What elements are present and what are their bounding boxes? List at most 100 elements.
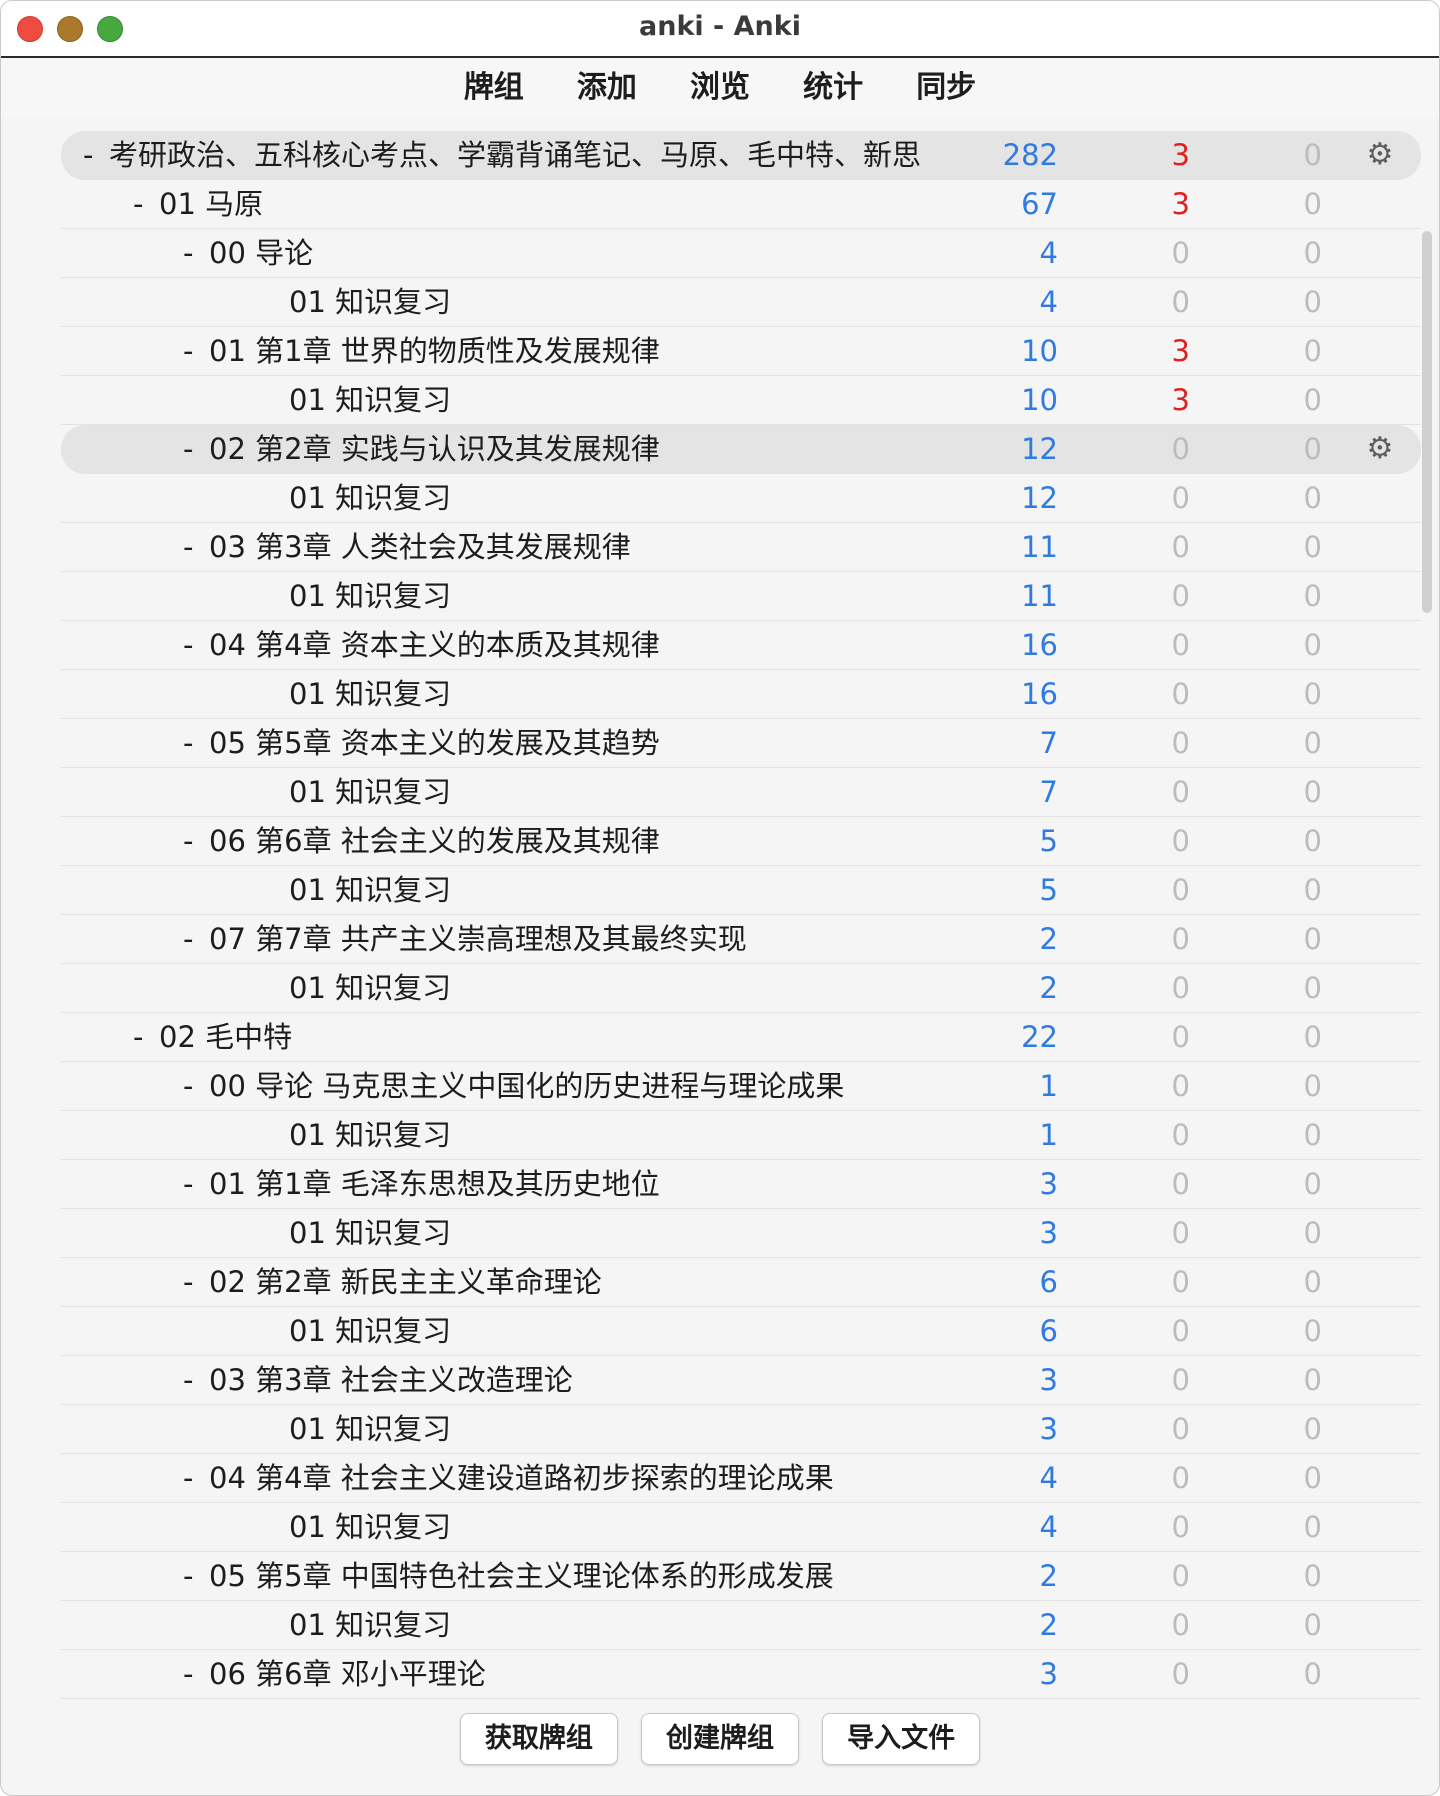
tab-decks[interactable]: 牌组 bbox=[464, 58, 524, 118]
deck-name[interactable]: 01 知识复习 bbox=[289, 1412, 451, 1446]
deck-name-cell[interactable]: -00 导论 bbox=[183, 229, 313, 277]
deck-name-cell[interactable]: 01 知识复习 bbox=[263, 474, 451, 522]
deck-name[interactable]: 04 第4章 资本主义的本质及其规律 bbox=[209, 628, 660, 662]
deck-name-cell[interactable]: 01 知识复习 bbox=[263, 1405, 451, 1453]
deck-name[interactable]: 01 知识复习 bbox=[289, 1216, 451, 1250]
gear-icon[interactable]: ⚙ bbox=[1364, 433, 1396, 465]
collapse-toggle[interactable]: - bbox=[183, 425, 209, 473]
deck-name-cell[interactable]: 01 知识复习 bbox=[263, 964, 451, 1012]
collapse-toggle[interactable]: - bbox=[183, 621, 209, 669]
deck-row[interactable]: -01 第1章 毛泽东思想及其历史地位 3 0 0 bbox=[61, 1160, 1421, 1209]
collapse-toggle[interactable]: - bbox=[183, 1650, 209, 1698]
deck-name[interactable]: 01 知识复习 bbox=[289, 285, 451, 319]
vertical-scrollbar[interactable] bbox=[1422, 231, 1432, 613]
deck-name-cell[interactable]: -01 第1章 世界的物质性及发展规律 bbox=[183, 327, 660, 375]
deck-name[interactable]: 考研政治、五科核心考点、学霸背诵笔记、马原、毛中特、新思 bbox=[109, 138, 921, 172]
deck-name[interactable]: 01 知识复习 bbox=[289, 677, 451, 711]
collapse-toggle[interactable]: - bbox=[183, 1258, 209, 1306]
deck-name-cell[interactable]: 01 知识复习 bbox=[263, 1307, 451, 1355]
collapse-toggle[interactable]: - bbox=[183, 1356, 209, 1404]
deck-name[interactable]: 01 知识复习 bbox=[289, 775, 451, 809]
deck-name[interactable]: 01 知识复习 bbox=[289, 383, 451, 417]
deck-name-cell[interactable]: -04 第4章 资本主义的本质及其规律 bbox=[183, 621, 660, 669]
deck-name[interactable]: 01 知识复习 bbox=[289, 971, 451, 1005]
deck-row[interactable]: 01 知识复习 7 0 0 bbox=[61, 768, 1421, 817]
create-deck-button[interactable]: 创建牌组 bbox=[641, 1713, 799, 1765]
deck-row[interactable]: -06 第6章 社会主义的发展及其规律 5 0 0 bbox=[61, 817, 1421, 866]
deck-name[interactable]: 00 导论 bbox=[209, 236, 313, 270]
deck-name-cell[interactable]: 01 知识复习 bbox=[263, 572, 451, 620]
deck-row[interactable]: 01 知识复习 6 0 0 bbox=[61, 1307, 1421, 1356]
deck-row[interactable]: 01 知识复习 12 0 0 bbox=[61, 474, 1421, 523]
deck-name[interactable]: 07 第7章 共产主义崇高理想及其最终实现 bbox=[209, 922, 747, 956]
deck-row[interactable]: 01 知识复习 16 0 0 bbox=[61, 670, 1421, 719]
deck-name[interactable]: 01 知识复习 bbox=[289, 873, 451, 907]
get-shared-decks-button[interactable]: 获取牌组 bbox=[459, 1713, 618, 1765]
deck-row[interactable]: -01 马原 67 3 0 bbox=[61, 180, 1421, 229]
collapse-toggle[interactable]: - bbox=[183, 1552, 209, 1600]
deck-name-cell[interactable]: 01 知识复习 bbox=[263, 866, 451, 914]
deck-row[interactable]: -03 第3章 人类社会及其发展规律 11 0 0 bbox=[61, 523, 1421, 572]
deck-row[interactable]: -02 毛中特 22 0 0 bbox=[61, 1013, 1421, 1062]
deck-name[interactable]: 05 第5章 资本主义的发展及其趋势 bbox=[209, 726, 660, 760]
deck-row[interactable]: 01 知识复习 4 0 0 bbox=[61, 1503, 1421, 1552]
tab-stats[interactable]: 统计 bbox=[803, 58, 863, 118]
deck-row[interactable]: -04 第4章 资本主义的本质及其规律 16 0 0 bbox=[61, 621, 1421, 670]
deck-name[interactable]: 01 知识复习 bbox=[289, 481, 451, 515]
deck-name-cell[interactable]: -00 导论 马克思主义中国化的历史进程与理论成果 bbox=[183, 1062, 844, 1110]
collapse-toggle[interactable]: - bbox=[183, 817, 209, 865]
deck-row[interactable]: -05 第5章 资本主义的发展及其趋势 7 0 0 bbox=[61, 719, 1421, 768]
deck-row[interactable]: -03 第3章 社会主义改造理论 3 0 0 bbox=[61, 1356, 1421, 1405]
collapse-toggle[interactable]: - bbox=[183, 327, 209, 375]
deck-row[interactable]: 01 知识复习 11 0 0 bbox=[61, 572, 1421, 621]
deck-row[interactable]: 01 知识复习 3 0 0 bbox=[61, 1405, 1421, 1454]
deck-name-cell[interactable]: -06 第6章 社会主义的发展及其规律 bbox=[183, 817, 660, 865]
deck-row[interactable]: 01 知识复习 1 0 0 bbox=[61, 1111, 1421, 1160]
deck-name[interactable]: 06 第6章 邓小平理论 bbox=[209, 1657, 486, 1691]
deck-name-cell[interactable]: -05 第5章 中国特色社会主义理论体系的形成发展 bbox=[183, 1552, 834, 1600]
deck-name-cell[interactable]: -02 第2章 实践与认识及其发展规律 bbox=[183, 425, 660, 473]
deck-name[interactable]: 01 第1章 毛泽东思想及其历史地位 bbox=[209, 1167, 660, 1201]
deck-name-cell[interactable]: 01 知识复习 bbox=[263, 278, 451, 326]
deck-name[interactable]: 02 第2章 新民主主义革命理论 bbox=[209, 1265, 602, 1299]
deck-row[interactable]: 01 知识复习 4 0 0 bbox=[61, 278, 1421, 327]
tab-sync[interactable]: 同步 bbox=[916, 58, 976, 118]
deck-row[interactable]: 01 知识复习 10 3 0 bbox=[61, 376, 1421, 425]
tab-browse[interactable]: 浏览 bbox=[690, 58, 750, 118]
deck-name[interactable]: 02 毛中特 bbox=[159, 1020, 292, 1054]
deck-name-cell[interactable]: -02 第2章 新民主主义革命理论 bbox=[183, 1258, 602, 1306]
deck-row[interactable]: -05 第5章 中国特色社会主义理论体系的形成发展 2 0 0 bbox=[61, 1552, 1421, 1601]
deck-name[interactable]: 02 第2章 实践与认识及其发展规律 bbox=[209, 432, 660, 466]
deck-row[interactable]: - 考研政治、五科核心考点、学霸背诵笔记、马原、毛中特、新思 282 3 0 ⚙ bbox=[61, 131, 1421, 180]
deck-name[interactable]: 01 知识复习 bbox=[289, 579, 451, 613]
deck-row[interactable]: -04 第4章 社会主义建设道路初步探索的理论成果 4 0 0 bbox=[61, 1454, 1421, 1503]
collapse-toggle[interactable]: - bbox=[83, 131, 109, 179]
deck-name[interactable]: 01 知识复习 bbox=[289, 1118, 451, 1152]
deck-name-cell[interactable]: -07 第7章 共产主义崇高理想及其最终实现 bbox=[183, 915, 747, 963]
import-file-button[interactable]: 导入文件 bbox=[822, 1713, 981, 1765]
deck-row[interactable]: -00 导论 马克思主义中国化的历史进程与理论成果 1 0 0 bbox=[61, 1062, 1421, 1111]
deck-name-cell[interactable]: - 考研政治、五科核心考点、学霸背诵笔记、马原、毛中特、新思 bbox=[83, 131, 921, 179]
collapse-toggle[interactable]: - bbox=[183, 1454, 209, 1502]
deck-name[interactable]: 01 第1章 世界的物质性及发展规律 bbox=[209, 334, 660, 368]
deck-row[interactable]: -07 第7章 共产主义崇高理想及其最终实现 2 0 0 bbox=[61, 915, 1421, 964]
deck-name-cell[interactable]: 01 知识复习 bbox=[263, 376, 451, 424]
collapse-toggle[interactable]: - bbox=[183, 1160, 209, 1208]
collapse-toggle[interactable]: - bbox=[183, 1062, 209, 1110]
deck-name-cell[interactable]: 01 知识复习 bbox=[263, 1601, 451, 1649]
deck-name[interactable]: 03 第3章 人类社会及其发展规律 bbox=[209, 530, 631, 564]
deck-row[interactable]: 01 知识复习 3 0 0 bbox=[61, 1209, 1421, 1258]
deck-name-cell[interactable]: 01 知识复习 bbox=[263, 670, 451, 718]
deck-name-cell[interactable]: -03 第3章 社会主义改造理论 bbox=[183, 1356, 573, 1404]
deck-row[interactable]: -06 第6章 邓小平理论 3 0 0 bbox=[61, 1650, 1421, 1699]
collapse-toggle[interactable]: - bbox=[183, 523, 209, 571]
deck-row[interactable]: -02 第2章 实践与认识及其发展规律 12 0 0 ⚙ bbox=[61, 425, 1421, 474]
collapse-toggle[interactable]: - bbox=[183, 915, 209, 963]
deck-name[interactable]: 05 第5章 中国特色社会主义理论体系的形成发展 bbox=[209, 1559, 834, 1593]
deck-name[interactable]: 01 马原 bbox=[159, 187, 263, 221]
deck-name-cell[interactable]: 01 知识复习 bbox=[263, 1111, 451, 1159]
deck-name-cell[interactable]: -01 马原 bbox=[133, 180, 263, 228]
collapse-toggle[interactable]: - bbox=[183, 719, 209, 767]
deck-name[interactable]: 00 导论 马克思主义中国化的历史进程与理论成果 bbox=[209, 1069, 844, 1103]
deck-row[interactable]: 01 知识复习 2 0 0 bbox=[61, 1601, 1421, 1650]
